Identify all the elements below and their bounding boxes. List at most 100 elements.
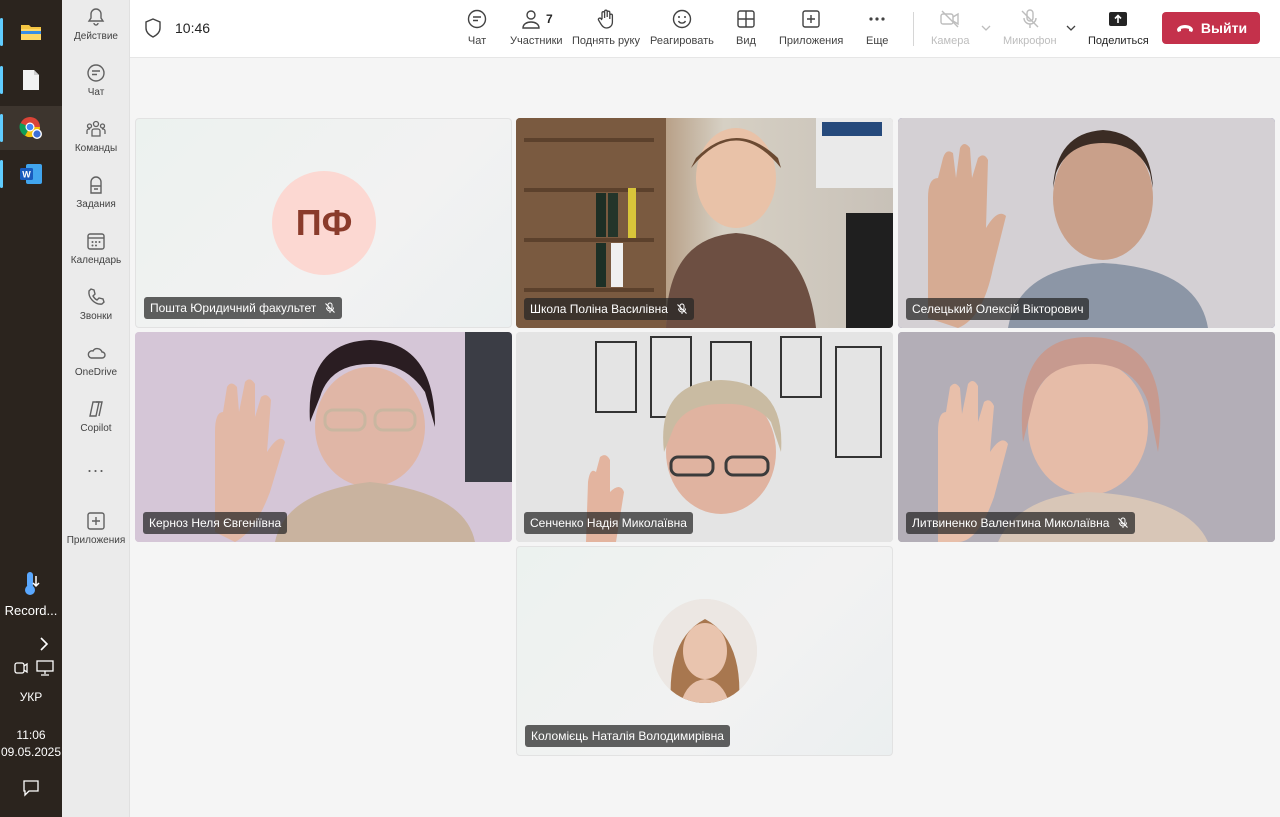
mic-button[interactable]: Микрофон xyxy=(1003,8,1057,52)
phone-icon xyxy=(88,288,105,305)
rail-item-onedrive[interactable]: OneDrive xyxy=(62,336,130,388)
notifications-icon[interactable] xyxy=(22,779,40,802)
mic-muted-icon xyxy=(325,302,336,313)
rail-item-label: Команды xyxy=(74,143,118,154)
clock-time[interactable]: 11:06 xyxy=(0,728,62,742)
video-feed xyxy=(516,118,893,328)
video-feed xyxy=(516,332,893,542)
video-feed xyxy=(898,332,1275,542)
rail-item-copilot[interactable]: Copilot xyxy=(62,392,130,444)
participant-nameplate: Селецький Олексій Вікторович xyxy=(906,298,1090,320)
assignments-icon xyxy=(90,176,102,194)
camera-label: Камера xyxy=(931,35,970,47)
meeting-toolbar: 10:46 Чат 7 Участники Поднять руку Реаги… xyxy=(130,0,1280,58)
camera-button[interactable]: Камера xyxy=(931,8,969,52)
participant-tile[interactable]: Селецький Олексій Вікторович xyxy=(898,118,1275,328)
file-explorer-icon[interactable] xyxy=(0,10,62,54)
recording-label: Record... xyxy=(4,603,58,618)
mic-muted-icon xyxy=(1118,517,1129,528)
word-icon[interactable]: W xyxy=(0,152,62,196)
chevron-down-icon[interactable] xyxy=(1065,22,1077,34)
raise-hand-button[interactable]: Поднять руку xyxy=(572,8,640,52)
participant-name: Селецький Олексій Вікторович xyxy=(912,302,1084,316)
rail-item-calls[interactable]: Звонки xyxy=(62,280,130,332)
rail-item-label: Действие xyxy=(74,31,118,42)
participants-button[interactable]: 7 Участники xyxy=(510,8,563,52)
react-button[interactable]: Реагировать xyxy=(650,8,714,52)
recording-app[interactable]: Record... xyxy=(0,570,62,618)
participant-name: Керноз Неля Євгеніївна xyxy=(149,516,282,530)
view-label: Вид xyxy=(736,35,756,47)
calendar-icon xyxy=(87,233,105,250)
participants-count: 7 xyxy=(545,12,553,26)
mic-off-icon xyxy=(1021,9,1039,28)
rail-item-label: Приложения xyxy=(66,535,126,546)
apps-button[interactable]: Приложения xyxy=(779,8,843,52)
rail-item-label: Copilot xyxy=(80,423,112,434)
participants-label: Участники xyxy=(510,35,563,47)
participant-nameplate: Сенченко Надія Миколаївна xyxy=(524,512,693,534)
video-feed xyxy=(135,332,512,542)
chrome-icon[interactable] xyxy=(0,106,62,150)
meet-now-icon[interactable] xyxy=(14,660,28,681)
shield-icon[interactable] xyxy=(144,18,162,38)
participant-name: Школа Поліна Василівна xyxy=(530,302,668,316)
rail-more-button[interactable]: ... xyxy=(62,456,130,490)
windows-taskbar: W Record... УКР 11:06 09.05.2025 xyxy=(0,0,62,817)
chevron-right-icon[interactable] xyxy=(38,636,50,657)
svg-text:W: W xyxy=(22,170,31,180)
apps-label: Приложения xyxy=(779,35,844,47)
share-button[interactable]: Поделиться xyxy=(1088,8,1149,52)
camera-off-icon xyxy=(940,10,959,28)
raise-hand-icon xyxy=(597,9,614,29)
add-apps-icon xyxy=(87,512,105,530)
teams-icon xyxy=(86,120,106,137)
chevron-down-icon[interactable] xyxy=(980,22,992,34)
participant-tile[interactable]: Коломієць Наталія Володимирівна xyxy=(516,546,893,756)
rail-item-teams[interactable]: Команды xyxy=(62,112,130,164)
rail-item-label: OneDrive xyxy=(74,367,118,378)
participant-tile[interactable]: ПФ Пошта Юридичний факультет xyxy=(135,118,512,328)
rail-item-label: Календарь xyxy=(70,255,122,266)
participant-name: Сенченко Надія Миколаївна xyxy=(530,516,687,530)
share-label: Поделиться xyxy=(1088,35,1149,47)
participant-nameplate: Пошта Юридичний факультет xyxy=(144,297,343,319)
avatar xyxy=(653,599,757,703)
rail-item-calendar[interactable]: Календарь xyxy=(62,224,130,276)
video-stage: ПФ Пошта Юридичний факультет Школа Полін… xyxy=(130,58,1280,817)
notepad-icon[interactable] xyxy=(0,58,62,102)
more-button[interactable]: Еще xyxy=(866,8,888,52)
participant-nameplate: Коломієць Наталія Володимирівна xyxy=(525,725,730,747)
chat-icon xyxy=(467,9,487,29)
bell-icon xyxy=(87,8,105,26)
rail-item-label: Чат xyxy=(87,87,105,98)
rail-item-assignments[interactable]: Задания xyxy=(62,168,130,220)
hang-up-icon xyxy=(1176,25,1193,32)
language-indicator[interactable]: УКР xyxy=(0,690,62,704)
chat-button[interactable]: Чат xyxy=(466,8,488,52)
grid-view-icon xyxy=(737,10,755,28)
leave-button[interactable]: Выйти xyxy=(1162,12,1260,44)
more-icon: ... xyxy=(86,456,105,476)
more-icon xyxy=(869,17,885,21)
rail-item-apps[interactable]: Приложения xyxy=(62,504,130,556)
participant-tile[interactable]: Литвиненко Валентина Миколаївна xyxy=(898,332,1275,542)
participant-tile[interactable]: Керноз Неля Євгеніївна xyxy=(135,332,512,542)
leave-label: Выйти xyxy=(1200,20,1248,36)
participant-name: Литвиненко Валентина Миколаївна xyxy=(912,516,1110,530)
rail-item-chat[interactable]: Чат xyxy=(62,56,130,108)
video-feed xyxy=(898,118,1275,328)
participant-tile[interactable]: Сенченко Надія Миколаївна xyxy=(516,332,893,542)
participant-name: Пошта Юридичний факультет xyxy=(150,301,317,315)
rail-item-activity[interactable]: Действие xyxy=(62,0,130,52)
chat-icon xyxy=(87,64,105,82)
view-button[interactable]: Вид xyxy=(735,8,757,52)
clock-date[interactable]: 09.05.2025 xyxy=(0,745,62,759)
avatar: ПФ xyxy=(272,171,376,275)
network-icon[interactable] xyxy=(36,660,54,681)
cloud-icon xyxy=(87,347,106,359)
participant-tile[interactable]: Школа Поліна Василівна xyxy=(516,118,893,328)
participant-nameplate: Школа Поліна Василівна xyxy=(524,298,694,320)
more-label: Еще xyxy=(866,35,889,47)
raise-hand-label: Поднять руку xyxy=(572,35,640,47)
